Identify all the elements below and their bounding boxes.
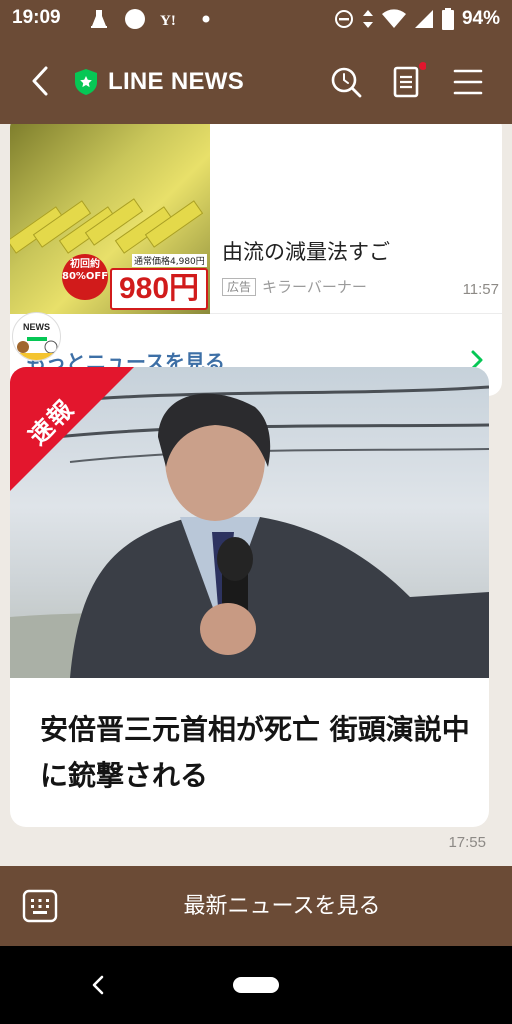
status-icons-left: Y! — [88, 6, 210, 32]
status-time: 19:09 — [12, 7, 61, 28]
line-news-logo: LINE NEWS — [74, 68, 244, 96]
ad-meta: 広告 キラーバーナー — [222, 276, 367, 297]
ad-sponsor: キラーバーナー — [262, 278, 367, 296]
ad-discount-badge: 初回約80%OFF — [62, 254, 108, 300]
mascot-icon — [13, 337, 60, 360]
chat-timeline[interactable]: 初回約80%OFF 通常価格4,980円 980円 由流の減量法すご 広告 キラ… — [0, 124, 512, 866]
battery-icon — [441, 8, 454, 30]
news-avatar[interactable]: NEWS — [12, 312, 61, 361]
ad-label: 広告 — [222, 277, 257, 296]
yahoo-icon: Y! — [160, 13, 176, 29]
ad-news-card: 初回約80%OFF 通常価格4,980円 980円 由流の減量法すご 広告 キラ… — [10, 124, 502, 396]
document-icon[interactable] — [386, 62, 426, 102]
wifi-icon — [381, 9, 406, 28]
status-icons-right: 94% — [334, 6, 500, 32]
bottom-bar: 最新ニュースを見る — [0, 866, 512, 946]
ad-image[interactable]: 初回約80%OFF 通常価格4,980円 980円 — [10, 124, 210, 314]
data-icon — [362, 10, 373, 28]
back-arrow-icon[interactable] — [26, 62, 56, 100]
dot-icon — [202, 15, 210, 23]
header-title: LINE NEWS — [108, 68, 245, 95]
ad-title: 由流の減量法すご — [222, 240, 390, 264]
nav-back-icon[interactable] — [88, 974, 108, 996]
status-bar: 19:09 Y! 94% — [0, 0, 512, 38]
news-headline[interactable]: 安倍晋三元首相が死亡 街頭演説中に銃撃される — [40, 707, 470, 799]
cleaning-icon — [91, 10, 107, 28]
ad-price: 980円 — [110, 268, 208, 310]
circle-icon — [125, 9, 145, 29]
timestamp: 17:55 — [448, 834, 486, 851]
shield-star-icon — [75, 69, 97, 95]
ad-normal-price: 通常価格4,980円 — [132, 254, 207, 267]
timestamp: 11:57 — [462, 281, 499, 298]
search-icon[interactable] — [326, 62, 366, 102]
app-header: LINE NEWS — [0, 38, 512, 124]
news-photo[interactable]: 速報 — [10, 367, 489, 678]
ad-row[interactable]: 初回約80%OFF 通常価格4,980円 980円 由流の減量法すご 広告 キラ… — [10, 124, 502, 314]
menu-icon[interactable] — [448, 62, 488, 102]
breaking-news-card[interactable]: 速報 安倍晋三元首相が死亡 街頭演説中に銃撃される — [10, 367, 489, 827]
svg-text:Y!: Y! — [160, 13, 176, 29]
avatar-label: NEWS — [23, 322, 50, 332]
dnd-icon — [334, 10, 353, 28]
system-nav-bar — [0, 946, 512, 1024]
nav-home-pill[interactable] — [233, 977, 279, 993]
battery-percent: 94% — [461, 8, 500, 29]
signal-icon — [414, 10, 433, 28]
latest-news-button[interactable]: 最新ニュースを見る — [0, 888, 512, 920]
